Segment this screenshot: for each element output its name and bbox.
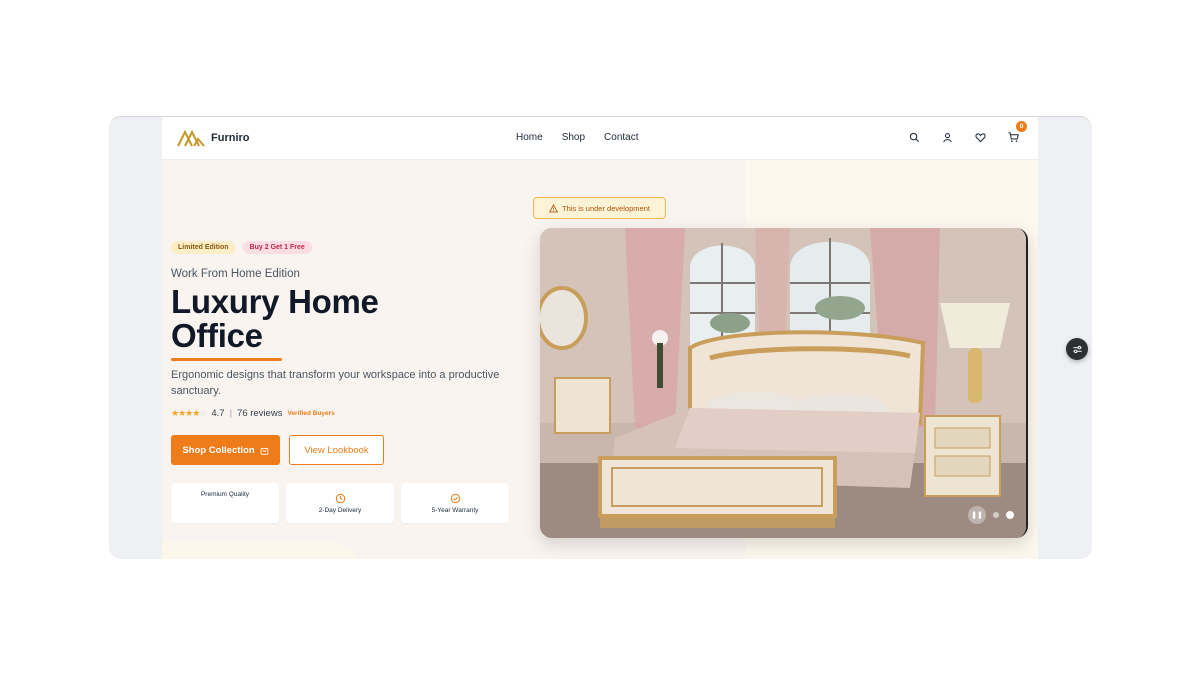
nav-home[interactable]: Home: [516, 132, 543, 143]
title-underline: [171, 358, 282, 361]
heart-icon[interactable]: [973, 130, 987, 144]
hero-title: Luxury Home Office: [171, 285, 379, 353]
view-lookbook-button[interactable]: View Lookbook: [289, 435, 384, 465]
rating-row: ★★★★☆ 4.7 | 76 reviews Verified Buyers: [171, 408, 335, 419]
nav-contact[interactable]: Contact: [604, 132, 638, 143]
shop-collection-button[interactable]: Shop Collection: [171, 435, 280, 465]
nav-shop[interactable]: Shop: [562, 132, 585, 143]
feature-card: 2-Day Delivery: [286, 483, 394, 523]
hero-image-slider[interactable]: ❚❚: [540, 228, 1028, 538]
brand-name: Furniro: [211, 132, 250, 144]
rating-divider: |: [229, 408, 233, 419]
limited-edition-badge: Limited Edition: [171, 241, 236, 254]
main-nav: Home Shop Contact: [516, 132, 639, 143]
sliders-icon: [1072, 345, 1082, 353]
browser-frame: Furniro Home Shop Contact 0 Limited Edit…: [109, 116, 1092, 559]
verified-buyers-label: Verified Buyers: [287, 410, 335, 417]
feature-label: 2-Day Delivery: [318, 506, 362, 514]
header-actions: 0: [907, 121, 1027, 144]
feature-cards: Premium Quality 2-Day Delivery 5-Year Wa…: [171, 483, 509, 523]
feature-card: Premium Quality: [171, 483, 279, 523]
hero-title-line1: Luxury Home: [171, 283, 379, 320]
cart-icon[interactable]: 0: [1006, 121, 1027, 144]
search-icon[interactable]: [907, 130, 921, 144]
dev-warning-banner: This is under development: [533, 197, 666, 219]
slide-dot-1[interactable]: [993, 512, 999, 518]
website: Furniro Home Shop Contact 0 Limited Edit…: [162, 117, 1038, 559]
feature-label: Premium Quality: [200, 491, 250, 498]
site-header: Furniro Home Shop Contact 0: [162, 117, 1038, 160]
check-circle-icon: [450, 493, 460, 503]
hero-title-line2: Office: [171, 317, 263, 354]
offer-badge: Buy 2 Get 1 Free: [242, 241, 312, 254]
floating-settings-button[interactable]: [1066, 338, 1088, 360]
rating-score: 4.7: [211, 408, 225, 419]
feature-label: 5-Year Warranty: [431, 506, 479, 514]
shop-collection-label: Shop Collection: [182, 444, 255, 456]
warning-icon: [549, 203, 559, 212]
promo-badges: Limited Edition Buy 2 Get 1 Free: [171, 241, 312, 254]
feature-card: 5-Year Warranty: [401, 483, 509, 523]
shopping-bag-icon: [260, 447, 269, 455]
review-count[interactable]: 76 reviews: [237, 408, 282, 419]
cart-count-badge: 0: [1016, 121, 1027, 132]
bedroom-image: [540, 228, 1026, 538]
rating-stars: ★★★★☆: [171, 408, 207, 418]
dev-warning-text: This is under development: [562, 203, 650, 213]
clock-icon: [335, 493, 345, 503]
logo-icon: [177, 129, 205, 147]
slide-dot-2[interactable]: [1006, 511, 1014, 519]
slider-controls: ❚❚: [968, 506, 1014, 524]
pause-button[interactable]: ❚❚: [968, 506, 986, 524]
hero-description: Ergonomic designs that transform your wo…: [171, 369, 500, 397]
logo[interactable]: Furniro: [177, 129, 250, 147]
hero-subtitle: Work From Home Edition: [171, 268, 300, 280]
user-icon[interactable]: [940, 130, 954, 144]
